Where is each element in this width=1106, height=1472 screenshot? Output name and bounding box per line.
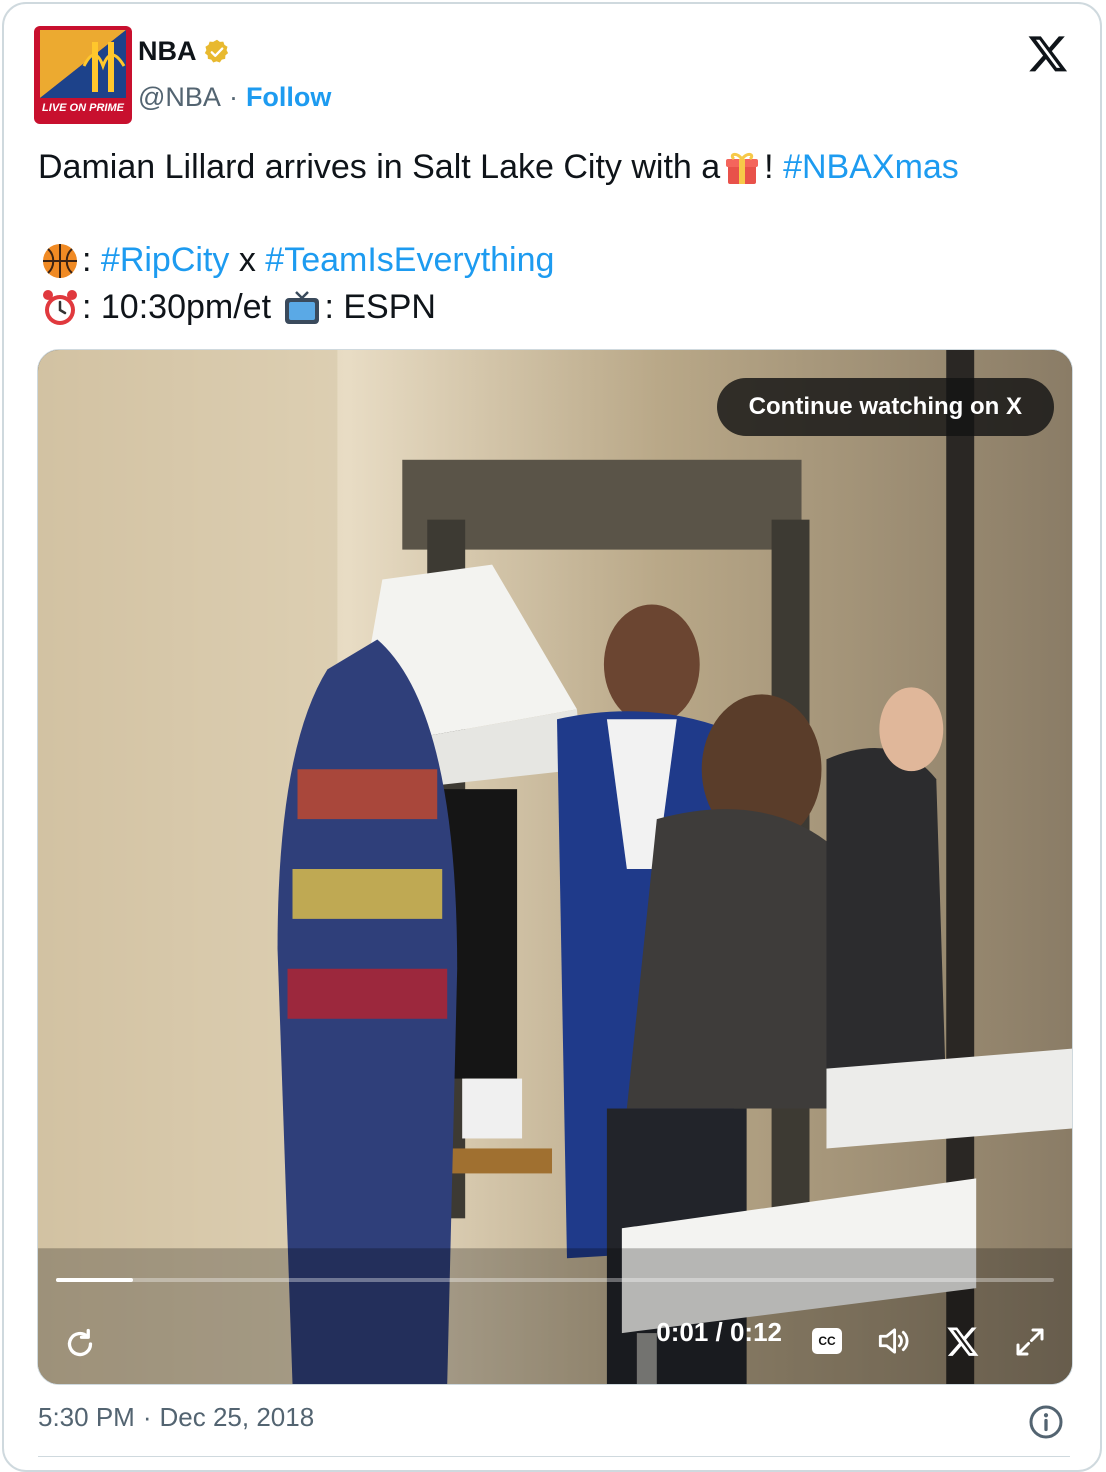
video-controls: 0:01 / 0:12 CC	[38, 1294, 1072, 1384]
tweet-line-2-x: x	[229, 241, 266, 279]
author-name-row[interactable]: NBA	[138, 36, 231, 67]
current-time: 0:01	[656, 1317, 709, 1347]
handle[interactable]: @NBA	[138, 82, 221, 113]
tweet-time[interactable]: 5:30 PM	[38, 1402, 135, 1433]
time-separator: /	[708, 1317, 730, 1347]
tweet-line-2-sep: :	[82, 241, 101, 279]
video-frame	[38, 350, 1072, 1384]
alarm-clock-emoji	[43, 289, 77, 325]
cc-label: CC	[818, 1334, 836, 1348]
avatar-banner-text: LIVE ON PRIME	[42, 102, 124, 114]
hashtag-ripcity[interactable]: #RipCity	[101, 237, 229, 284]
basketball-emoji	[43, 243, 77, 278]
tweet-text: Damian Lillard arrives in Salt Lake City…	[38, 144, 1078, 331]
separator-dot: ·	[228, 82, 238, 112]
tweet-line-2: : #RipCity x #TeamIsEverything	[38, 237, 1078, 284]
display-name[interactable]: NBA	[138, 36, 197, 67]
tweet-line-1: Damian Lillard arrives in Salt Lake City…	[38, 144, 1078, 191]
tweet-line-3-time: : 10:30pm/et	[82, 288, 281, 326]
volume-icon[interactable]	[874, 1322, 912, 1360]
tv-emoji	[285, 290, 320, 324]
avatar[interactable]: LIVE ON PRIME	[34, 26, 132, 124]
cc-icon[interactable]: CC	[812, 1328, 842, 1354]
video-progress-track[interactable]	[56, 1278, 1054, 1282]
duration: 0:12	[729, 1317, 782, 1347]
follow-button[interactable]: Follow	[246, 82, 331, 113]
tweet-text-exclaim: !	[764, 148, 784, 186]
tweet-timestamp[interactable]: 5:30 PM · Dec 25, 2018	[38, 1402, 314, 1433]
tweet-text-main: Damian Lillard arrives in Salt Lake City…	[38, 148, 721, 186]
tweet-card: LIVE ON PRIME NBA @NBA · Follow Damian L…	[2, 2, 1102, 1472]
tweet-line-3: : 10:30pm/et : ESPN	[38, 284, 1078, 331]
x-logo-icon[interactable]	[946, 1324, 980, 1358]
continue-watching-button[interactable]: Continue watching on X	[716, 378, 1054, 436]
replay-icon[interactable]	[62, 1326, 98, 1362]
video-progress-fill	[56, 1278, 133, 1282]
tweet-line-3-network: : ESPN	[324, 288, 436, 326]
hashtag-teamiseverything[interactable]: #TeamIsEverything	[265, 237, 554, 284]
footer-separator: ·	[142, 1402, 152, 1432]
tweet-date[interactable]: Dec 25, 2018	[160, 1402, 315, 1433]
video-player[interactable]: Continue watching on X 0:01 / 0:12 CC	[37, 349, 1073, 1385]
fullscreen-icon[interactable]	[1012, 1324, 1048, 1360]
video-time: 0:01 / 0:12	[656, 1317, 782, 1348]
x-logo-icon[interactable]	[1026, 32, 1070, 74]
author-handle-row: @NBA · Follow	[138, 82, 331, 113]
footer-divider	[38, 1456, 1070, 1457]
hashtag-nbaxmas[interactable]: #NBAXmas	[783, 144, 959, 191]
info-icon[interactable]	[1028, 1404, 1064, 1440]
gift-emoji	[726, 152, 759, 184]
verified-badge-icon	[204, 39, 228, 62]
